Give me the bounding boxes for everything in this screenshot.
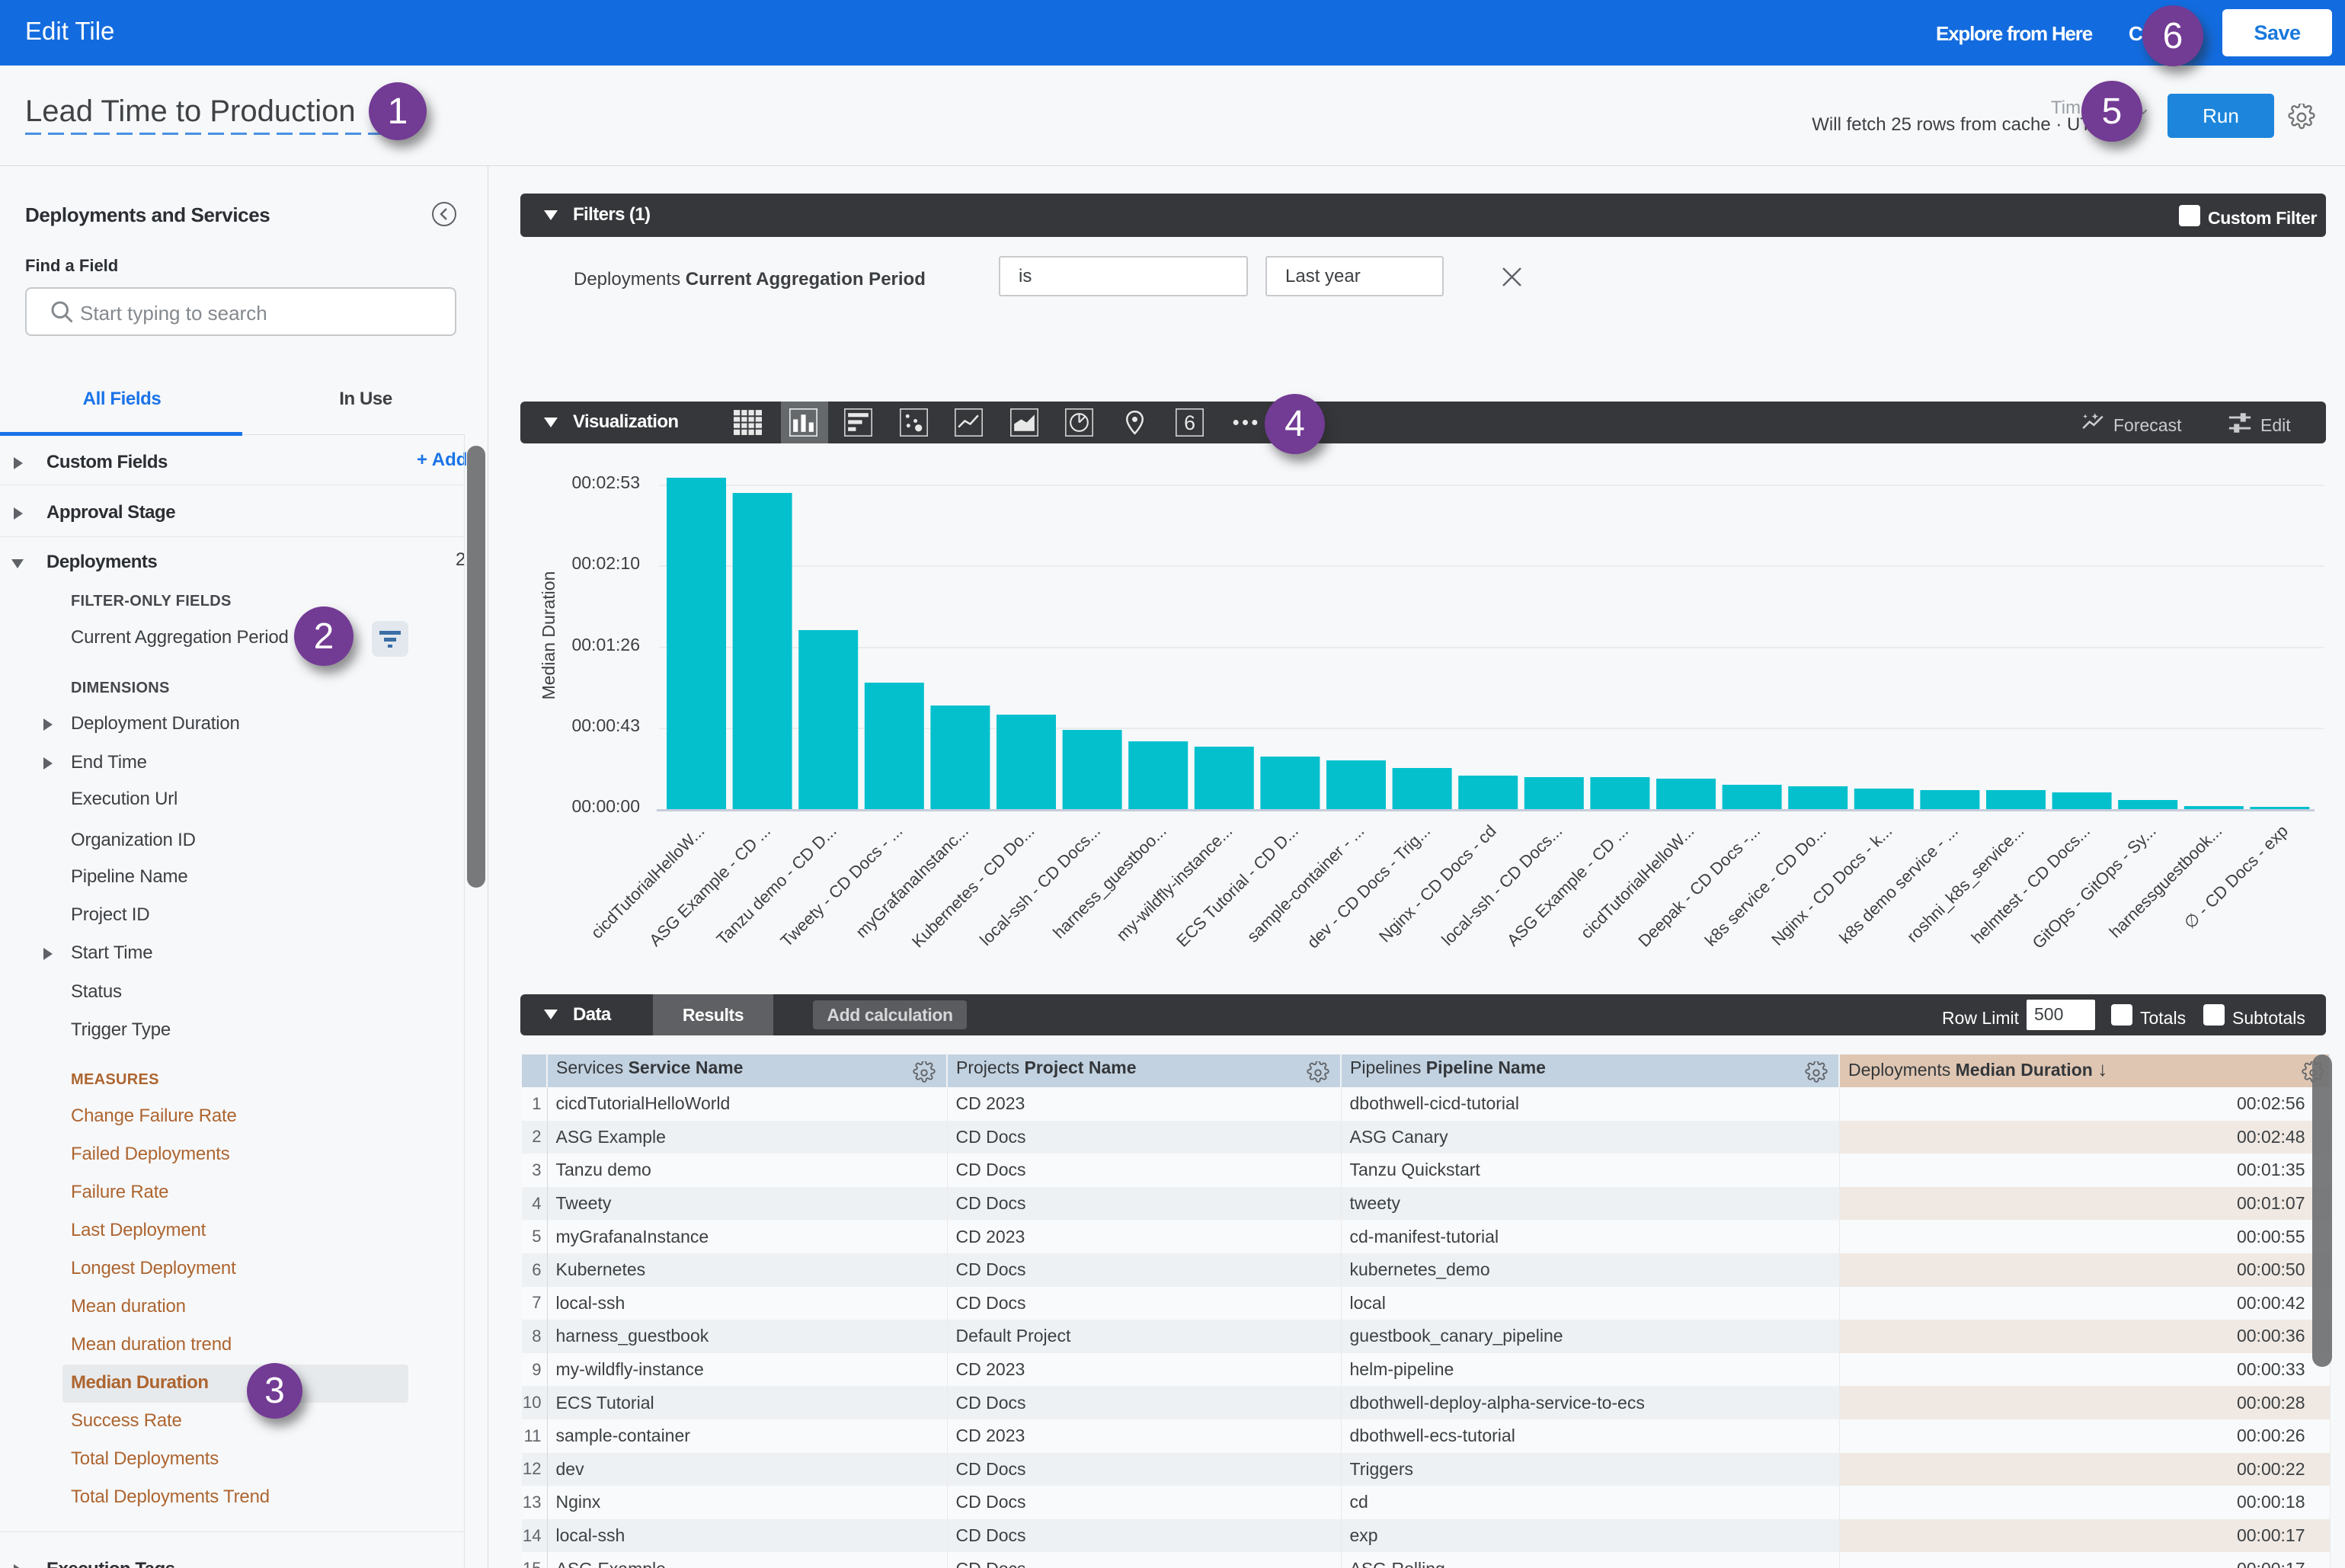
svg-text:cicdTutorialHelloW...: cicdTutorialHelloW... — [1577, 821, 1698, 942]
svg-text:k8s service - CD Do...: k8s service - CD Do... — [1701, 821, 1830, 950]
svg-text:dev - CD Docs - Trig...: dev - CD Docs - Trig... — [1304, 821, 1435, 952]
svg-text:my-wildfly-instance...: my-wildfly-instance... — [1112, 821, 1236, 945]
svg-text:00:02:10: 00:02:10 — [571, 553, 640, 573]
svg-text:ECS Tutorial - CD D...: ECS Tutorial - CD D... — [1172, 821, 1302, 951]
svg-text:6: 6 — [1184, 411, 1195, 434]
svg-text:Nginx - CD Docs - cd: Nginx - CD Docs - cd — [1375, 821, 1500, 946]
svg-text:00:02:53: 00:02:53 — [571, 472, 640, 492]
svg-text:Deepak - CD Docs -...: Deepak - CD Docs -... — [1634, 821, 1764, 951]
svg-text:harnessguestbook...: harnessguestbook... — [2106, 821, 2226, 942]
svg-text:Tweety - CD Docs - ...: Tweety - CD Docs - ... — [777, 821, 907, 951]
svg-text:Nginx - CD Docs - k...: Nginx - CD Docs - k... — [1768, 821, 1896, 949]
svg-text:myGrafanaInstanc...: myGrafanaInstanc... — [852, 821, 972, 942]
svg-text:ASG Example - CD ...: ASG Example - CD ... — [1503, 821, 1632, 950]
svg-text:roshni_k8s_service...: roshni_k8s_service... — [1903, 821, 2028, 946]
svg-text:local-ssh - CD Docs...: local-ssh - CD Docs... — [976, 821, 1104, 949]
svg-text:sample-container - ...: sample-container - ... — [1243, 821, 1368, 946]
svg-text:00:00:00: 00:00:00 — [571, 796, 640, 816]
svg-text:k8s demo service - ...: k8s demo service - ... — [1835, 821, 1962, 948]
svg-text:local-ssh - CD Docs...: local-ssh - CD Docs... — [1438, 821, 1566, 949]
svg-text:Median Duration: Median Duration — [539, 571, 558, 700]
svg-text:00:00:43: 00:00:43 — [571, 715, 640, 735]
svg-text:Kubernetes - CD Do...: Kubernetes - CD Do... — [908, 821, 1038, 952]
svg-text:Tanzu demo - CD D...: Tanzu demo - CD D... — [712, 821, 840, 949]
svg-text:cicdTutorialHelloW...: cicdTutorialHelloW... — [587, 821, 709, 942]
svg-text:00:01:26: 00:01:26 — [571, 635, 640, 654]
svg-text:helmtest - CD Docs...: helmtest - CD Docs... — [1968, 821, 2094, 947]
svg-text:ASG Example - CD ...: ASG Example - CD ... — [645, 821, 774, 950]
svg-text:harness_guestboo...: harness_guestboo... — [1049, 821, 1170, 942]
svg-text:GitOps - GitOps - Sy...: GitOps - GitOps - Sy... — [2029, 821, 2160, 952]
